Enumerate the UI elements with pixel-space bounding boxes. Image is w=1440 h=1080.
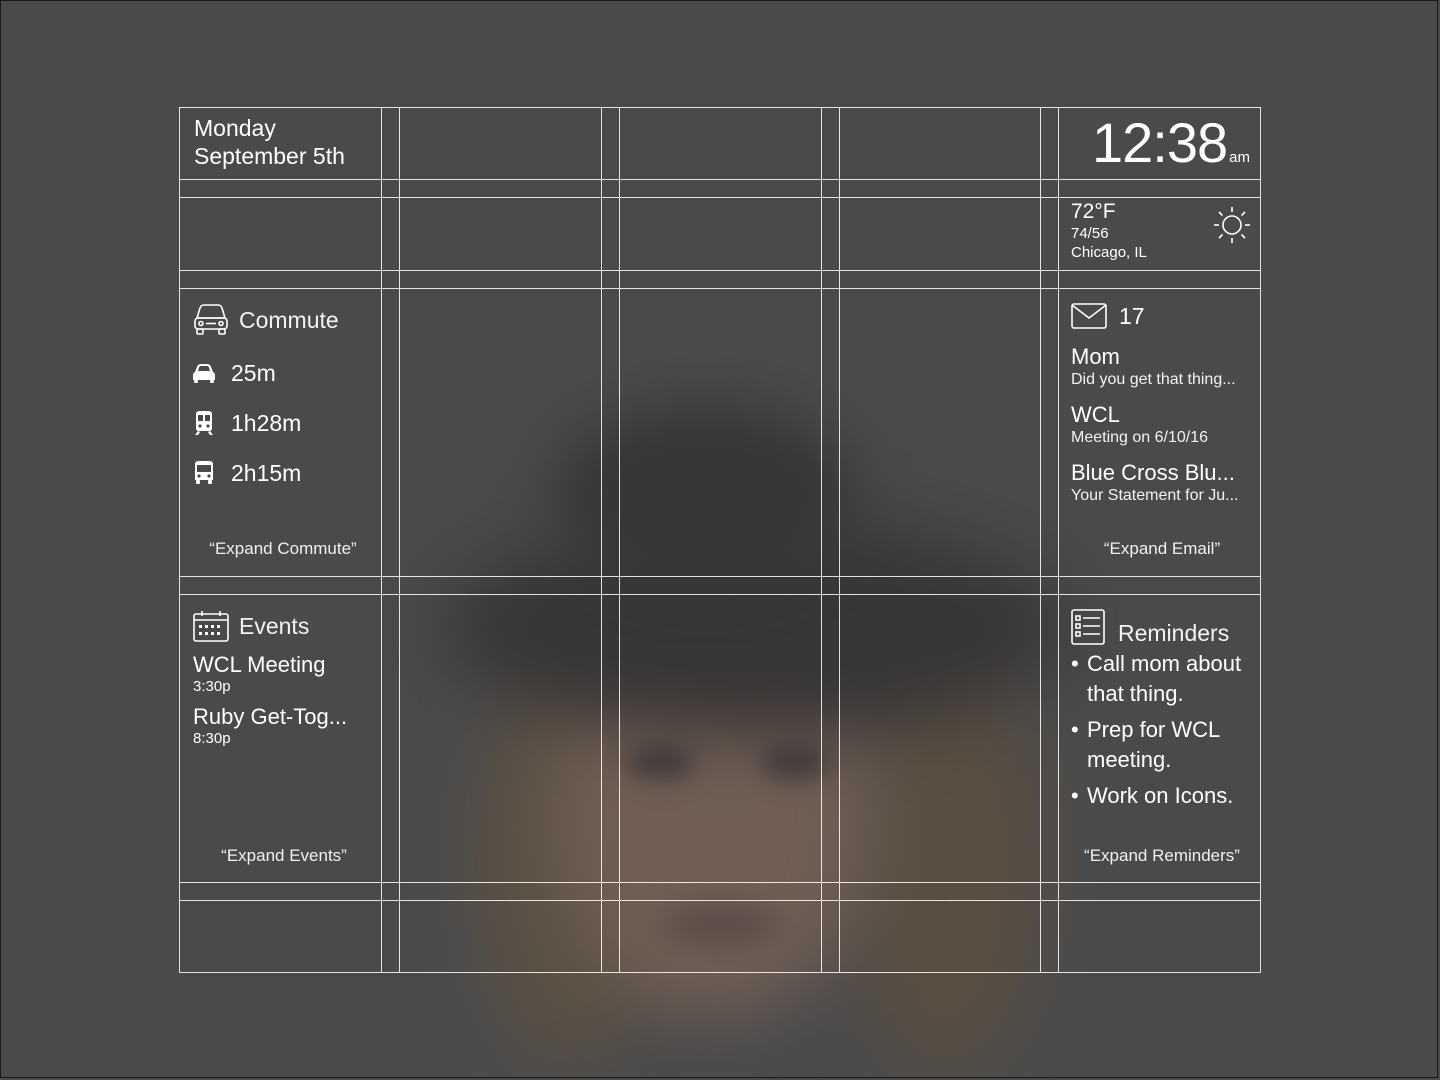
screen-frame [0,0,1438,1078]
